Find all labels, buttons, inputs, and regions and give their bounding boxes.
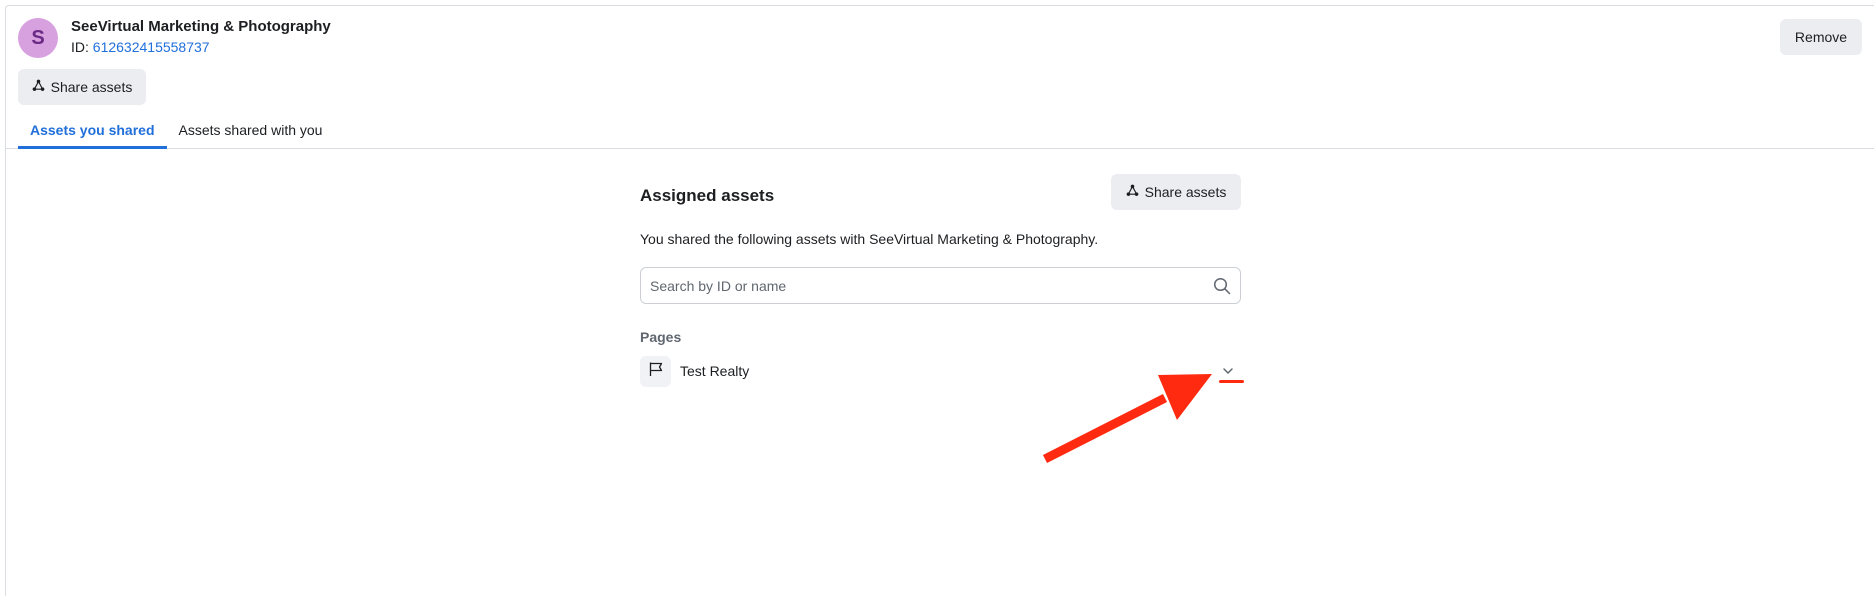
pages-section-label: Pages <box>640 329 682 345</box>
annotation-underline <box>1219 380 1244 383</box>
share-assets-label: Share assets <box>50 79 133 95</box>
chevron-down-icon[interactable] <box>1221 364 1235 378</box>
search-input[interactable] <box>641 268 1181 303</box>
asset-tabs: Assets you shared Assets shared with you <box>18 118 334 149</box>
business-id-label: ID: <box>71 39 89 55</box>
tab-assets-you-shared[interactable]: Assets you shared <box>18 118 167 149</box>
search-icon[interactable] <box>1213 277 1231 295</box>
share-icon <box>32 79 45 95</box>
assets-description: You shared the following assets with See… <box>640 231 1099 247</box>
business-name: SeeVirtual Marketing & Photography <box>71 18 331 35</box>
remove-button-label: Remove <box>1794 29 1848 45</box>
share-icon <box>1126 184 1139 200</box>
business-partner-panel: S SeeVirtual Marketing & Photography ID:… <box>5 5 1874 596</box>
business-id-value[interactable]: 612632415558737 <box>93 39 210 55</box>
page-title: Assigned assets <box>640 186 775 205</box>
flag-icon <box>648 361 664 382</box>
share-assets-button[interactable]: Share assets <box>1111 174 1241 210</box>
share-assets-label: Share assets <box>1144 184 1227 200</box>
partner-header: S SeeVirtual Marketing & Photography ID:… <box>6 6 1874 149</box>
page-name: Test Realty <box>680 363 750 379</box>
page-icon-container <box>640 356 671 387</box>
list-item[interactable]: Test Realty <box>640 356 1244 388</box>
share-assets-button-header[interactable]: Share assets <box>18 69 146 105</box>
tab-assets-shared-with-you[interactable]: Assets shared with you <box>167 118 335 149</box>
search-box <box>640 267 1241 304</box>
business-id: ID: 612632415558737 <box>71 39 210 55</box>
remove-button[interactable]: Remove <box>1780 19 1862 55</box>
avatar: S <box>18 18 58 58</box>
